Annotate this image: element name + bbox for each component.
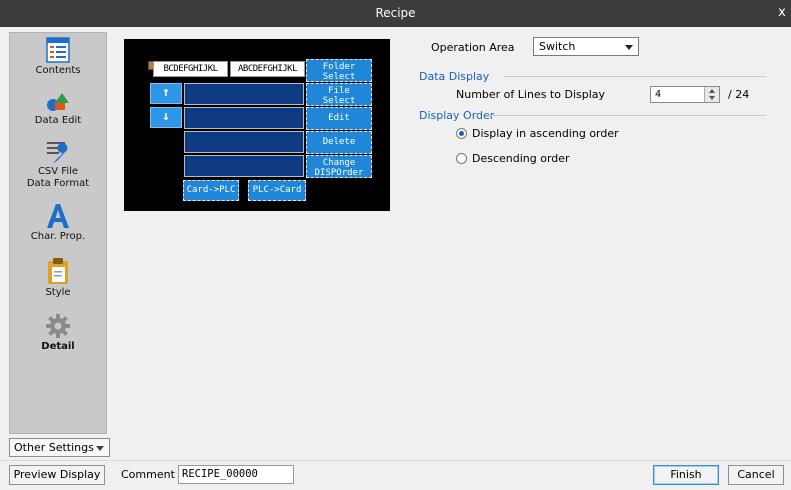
style-icon (48, 258, 68, 284)
data-edit-icon (47, 93, 69, 111)
preview-change-disporder-button: Change DISPOrder (306, 155, 372, 178)
radio-button[interactable] (456, 153, 467, 164)
cancel-button[interactable]: Cancel (728, 465, 784, 485)
preview-down-arrow-icon: ↓ (150, 107, 182, 128)
preview-data-row (184, 107, 304, 129)
sidebar-item-detail[interactable]: Detail (10, 313, 106, 353)
sidebar-item-label: Data Edit (34, 115, 82, 126)
preview-file-select-line2: Select (322, 96, 356, 106)
data-display-section-title: Data Display (419, 70, 490, 83)
sidebar-item-label: Contents (35, 65, 81, 76)
preview-change-line1: Change (322, 158, 356, 168)
preview-file-select-button: File Select (306, 83, 372, 106)
operation-area-label: Operation Area (431, 41, 515, 54)
other-settings-dropdown[interactable]: Other Settings (9, 438, 110, 457)
operation-area-select[interactable]: Switch (533, 37, 639, 56)
preview-data-row (184, 155, 304, 177)
window-title: Recipe (375, 6, 416, 20)
sidebar-item-label: Style (45, 287, 71, 298)
sidebar: Contents Data Edit CSV File Data Format … (9, 32, 107, 434)
preview-up-arrow-icon: ↑ (150, 83, 182, 104)
lines-max-label: / 24 (728, 88, 750, 101)
sidebar-item-contents[interactable]: Contents (10, 37, 106, 77)
section-divider (504, 76, 766, 77)
preview-folder-select-button: Folder Select (306, 59, 372, 82)
sidebar-item-label: CSV File (37, 166, 79, 177)
preview-label-2: ABCDEFGHIJKL (230, 61, 305, 77)
down-arrow-icon (709, 96, 715, 100)
section-divider (488, 115, 766, 116)
radio-descending-label: Descending order (472, 152, 570, 165)
preview-file-select-line1: File (328, 86, 350, 96)
preview-data-row (184, 83, 304, 105)
gear-icon (46, 314, 70, 338)
up-arrow-icon (709, 89, 715, 93)
operation-area-value: Switch (539, 40, 576, 53)
comment-label: Comment (121, 468, 175, 481)
sidebar-item-label-line2: Data Format (26, 178, 90, 189)
sidebar-item-char-prop[interactable]: Char. Prop. (10, 203, 106, 243)
comment-input[interactable]: RECIPE_00000 (178, 465, 294, 484)
radio-ascending-label: Display in ascending order (472, 127, 619, 140)
preview-data-row (184, 131, 304, 153)
chevron-down-icon (96, 446, 104, 451)
title-bar: Recipe x (0, 0, 791, 27)
preview-folder-select-line2: Select (322, 72, 356, 82)
lines-to-display-value: 4 (655, 89, 662, 100)
chevron-down-icon (625, 45, 633, 50)
sidebar-item-style[interactable]: Style (10, 257, 106, 299)
preview-delete-button: Delete (306, 131, 372, 154)
preview-card-to-plc-button: Card->PLC (183, 180, 239, 201)
lines-to-display-label: Number of Lines to Display (456, 88, 606, 101)
lines-stepper[interactable] (704, 87, 719, 102)
preview-change-line2: DISPOrder (314, 168, 364, 178)
sidebar-item-data-edit[interactable]: Data Edit (10, 91, 106, 127)
char-prop-icon (47, 204, 69, 228)
display-order-section-title: Display Order (419, 109, 495, 122)
wrench-icon (47, 142, 68, 163)
preview-edit-button: Edit (306, 107, 372, 130)
lines-to-display-input[interactable]: 4 (650, 86, 720, 103)
preview-folder-select-line1: Folder (322, 62, 356, 72)
preview-display-button[interactable]: Preview Display (9, 465, 105, 485)
finish-button[interactable]: Finish (653, 465, 719, 485)
sidebar-item-csv-file-data-format[interactable]: CSV File Data Format (10, 140, 106, 190)
close-button[interactable]: x (775, 5, 789, 21)
other-settings-label: Other Settings (14, 441, 94, 454)
sidebar-item-label: Detail (41, 341, 75, 352)
preview-label-1: BCDEFGHIJKL (153, 61, 228, 77)
contents-icon (46, 37, 70, 63)
radio-button-selected[interactable] (456, 128, 467, 139)
preview-plc-to-card-button: PLC->Card (248, 180, 306, 201)
sidebar-item-label: Char. Prop. (30, 231, 86, 242)
